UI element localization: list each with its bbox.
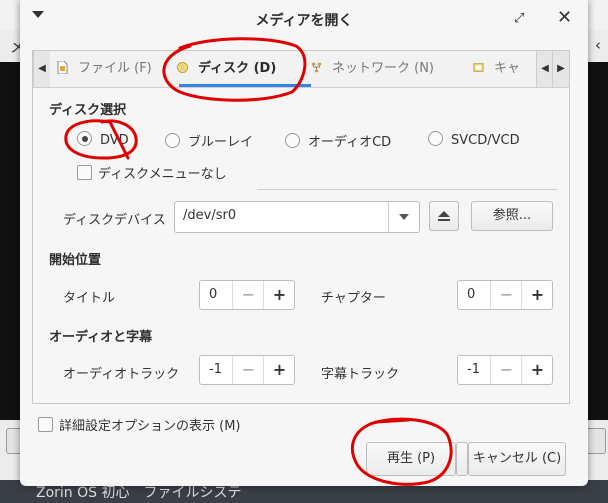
radio-audio-cd-label: オーディオCD (308, 135, 392, 150)
subtitle-track-label: 字幕トラック (321, 367, 400, 382)
start-position-heading: 開始位置 (49, 253, 102, 268)
tab-network[interactable]: ネットワーク (N) (311, 51, 434, 87)
audio-track-label: オーディオトラック (63, 367, 180, 382)
network-icon (311, 62, 322, 73)
tab-scroll-left-icon[interactable]: ◀ (33, 51, 50, 87)
chevron-down-icon[interactable] (388, 202, 419, 232)
tab-capture[interactable]: キャ (473, 51, 520, 87)
tab-disc-label: ディスク (D) (198, 61, 277, 76)
minus-icon[interactable]: − (232, 281, 264, 309)
eject-button[interactable] (429, 201, 459, 231)
title-value: 0 (209, 287, 218, 302)
checkbox-box (38, 417, 53, 432)
audio-track-value: -1 (209, 362, 222, 377)
radio-dot (428, 131, 443, 146)
radio-svcd-vcd[interactable]: SVCD/VCD (428, 131, 520, 148)
title-label: タイトル (63, 291, 116, 306)
radio-dvd[interactable]: DVD (77, 131, 129, 148)
plus-icon[interactable]: + (263, 356, 295, 384)
dialog-title: メディアを開く (255, 13, 353, 29)
chapter-spinbutton[interactable]: 0 − + (457, 280, 553, 310)
file-icon (57, 61, 68, 74)
tab-scroll-right-icon[interactable]: ▶ (552, 51, 569, 87)
open-media-dialog: メディアを開く ⤢ ✕ ◀ ファイル (F) ディスク (D) ネットワーク (… (20, 0, 588, 486)
minus-icon[interactable]: − (232, 356, 264, 384)
no-disc-menu-label: ディスクメニューなし (98, 167, 227, 182)
tab-scroll-left-icon-2[interactable]: ◀ (536, 51, 553, 87)
disc-selection-heading: ディスク選択 (49, 103, 127, 118)
advanced-options-label: 詳細設定オプションの表示 (M) (59, 419, 241, 434)
separator (257, 189, 557, 190)
tab-bar: ◀ ファイル (F) ディスク (D) ネットワーク (N) キャ ◀ ▶ (33, 51, 569, 88)
tab-file[interactable]: ファイル (F) (57, 51, 152, 87)
radio-audio-cd[interactable]: オーディオCD (285, 131, 391, 150)
tab-disc[interactable]: ディスク (D) (173, 51, 317, 87)
checkbox-box (77, 165, 92, 180)
cancel-button[interactable]: キャンセル (C) (468, 442, 566, 476)
tab-capture-label: キャ (494, 61, 521, 76)
disc-device-label: ディスクデバイス (63, 213, 166, 228)
radio-dvd-label: DVD (100, 133, 129, 148)
capture-icon (473, 63, 484, 72)
title-spinbutton[interactable]: 0 − + (199, 280, 295, 310)
no-disc-menu-checkbox[interactable]: ディスクメニューなし (77, 163, 227, 182)
titlebar: メディアを開く ⤢ ✕ (20, 0, 588, 38)
maximize-icon[interactable]: ⤢ (514, 11, 524, 26)
disc-icon (177, 62, 188, 73)
active-tab-indicator (179, 84, 311, 87)
disc-device-combo[interactable]: /dev/sr0 (174, 201, 420, 233)
tab-notebook: ◀ ファイル (F) ディスク (D) ネットワーク (N) キャ ◀ ▶ ディ… (32, 50, 570, 404)
minus-icon[interactable]: − (490, 281, 522, 309)
radio-bluray[interactable]: ブルーレイ (165, 131, 253, 150)
background-menu-fragment-right: ‹ (595, 36, 601, 54)
play-button[interactable]: 再生 (P) (366, 442, 456, 476)
radio-svcd-vcd-label: SVCD/VCD (451, 133, 520, 148)
minus-icon[interactable]: − (490, 356, 522, 384)
tab-file-label: ファイル (F) (78, 61, 152, 76)
chapter-label: チャプター (321, 291, 386, 306)
radio-bluray-label: ブルーレイ (188, 135, 254, 150)
subtitle-track-spinbutton[interactable]: -1 − + (457, 355, 553, 385)
chapter-value: 0 (467, 287, 476, 302)
advanced-options-checkbox[interactable]: 詳細設定オプションの表示 (M) (38, 415, 241, 434)
browse-button[interactable]: 参照... (471, 201, 553, 231)
play-dropdown-button[interactable] (456, 442, 468, 476)
radio-dot (285, 133, 300, 148)
subtitle-track-value: -1 (467, 362, 480, 377)
close-icon[interactable]: ✕ (557, 7, 572, 28)
audio-track-spinbutton[interactable]: -1 − + (199, 355, 295, 385)
audio-subtitles-heading: オーディオと字幕 (49, 330, 153, 345)
tab-network-label: ネットワーク (N) (332, 61, 435, 76)
plus-icon[interactable]: + (263, 281, 295, 309)
radio-dot (165, 133, 180, 148)
disc-device-value: /dev/sr0 (183, 208, 237, 223)
play-button-label: 再生 (P) (386, 451, 436, 466)
plus-icon[interactable]: + (521, 281, 553, 309)
plus-icon[interactable]: + (521, 356, 553, 384)
radio-dot (77, 131, 92, 146)
